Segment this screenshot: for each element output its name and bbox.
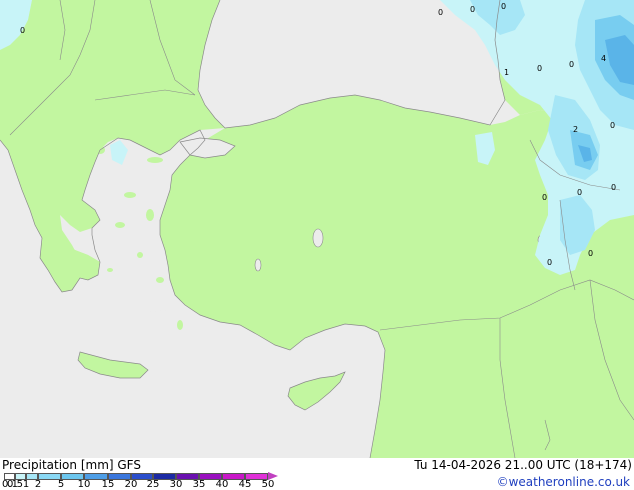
colorbar-tick-label: 50 — [261, 479, 275, 490]
island — [147, 157, 163, 163]
colorbar-tick-label: 45 — [238, 479, 252, 490]
cell-value: 0 — [611, 183, 616, 192]
cell-value: 0 — [610, 121, 615, 130]
colorbar-tick-label: 1 — [22, 479, 30, 490]
cell-value: 0 — [569, 60, 574, 69]
cell-value: 0 — [501, 2, 506, 11]
cell-value: 0 — [577, 188, 582, 197]
lake-tuz — [312, 228, 324, 248]
cell-value: 0 — [438, 8, 443, 17]
cell-value: 0 — [547, 258, 552, 267]
island — [156, 277, 164, 283]
cell-value: 2 — [573, 125, 578, 134]
precipitation-colorbar — [4, 472, 278, 480]
colorbar-tick-label: 25 — [146, 479, 160, 490]
island — [115, 222, 125, 228]
island — [107, 268, 113, 272]
colorbar-tick-label: 20 — [124, 479, 138, 490]
cell-value: 0 — [20, 26, 25, 35]
colorbar-tick-label: 2 — [34, 479, 42, 490]
cell-value: 0 — [588, 249, 593, 258]
colorbar-tick-label: 0.5 — [7, 479, 23, 490]
map-footer: Precipitation [mm] GFS Tu 14-04-2026 21.… — [0, 458, 634, 490]
island — [137, 252, 143, 258]
forecast-datetime: Tu 14-04-2026 21..00 UTC (18+174) — [414, 458, 632, 472]
island — [146, 209, 154, 221]
colorbar-tick-label: 40 — [215, 479, 229, 490]
island — [124, 192, 136, 198]
island — [177, 320, 183, 330]
colorbar-tick-label: 5 — [57, 479, 65, 490]
cell-value: 0 — [470, 5, 475, 14]
lake-egirdir — [254, 258, 262, 272]
colorbar-tick-label: 10 — [77, 479, 91, 490]
map-title: Precipitation [mm] GFS — [2, 458, 141, 472]
colorbar-tick-label: 30 — [169, 479, 183, 490]
cell-value: 4 — [601, 54, 606, 63]
credit-link[interactable]: ©weatheronline.co.uk — [497, 475, 630, 489]
cell-value: 0 — [542, 193, 547, 202]
cell-value: 1 — [504, 68, 509, 77]
colorbar-tick-label: 15 — [101, 479, 115, 490]
precipitation-map: 0 0 0 0 1 0 0 4 2 0 0 0 0 0 0 — [0, 0, 634, 458]
cell-value: 0 — [537, 64, 542, 73]
colorbar-tick-label: 35 — [192, 479, 206, 490]
